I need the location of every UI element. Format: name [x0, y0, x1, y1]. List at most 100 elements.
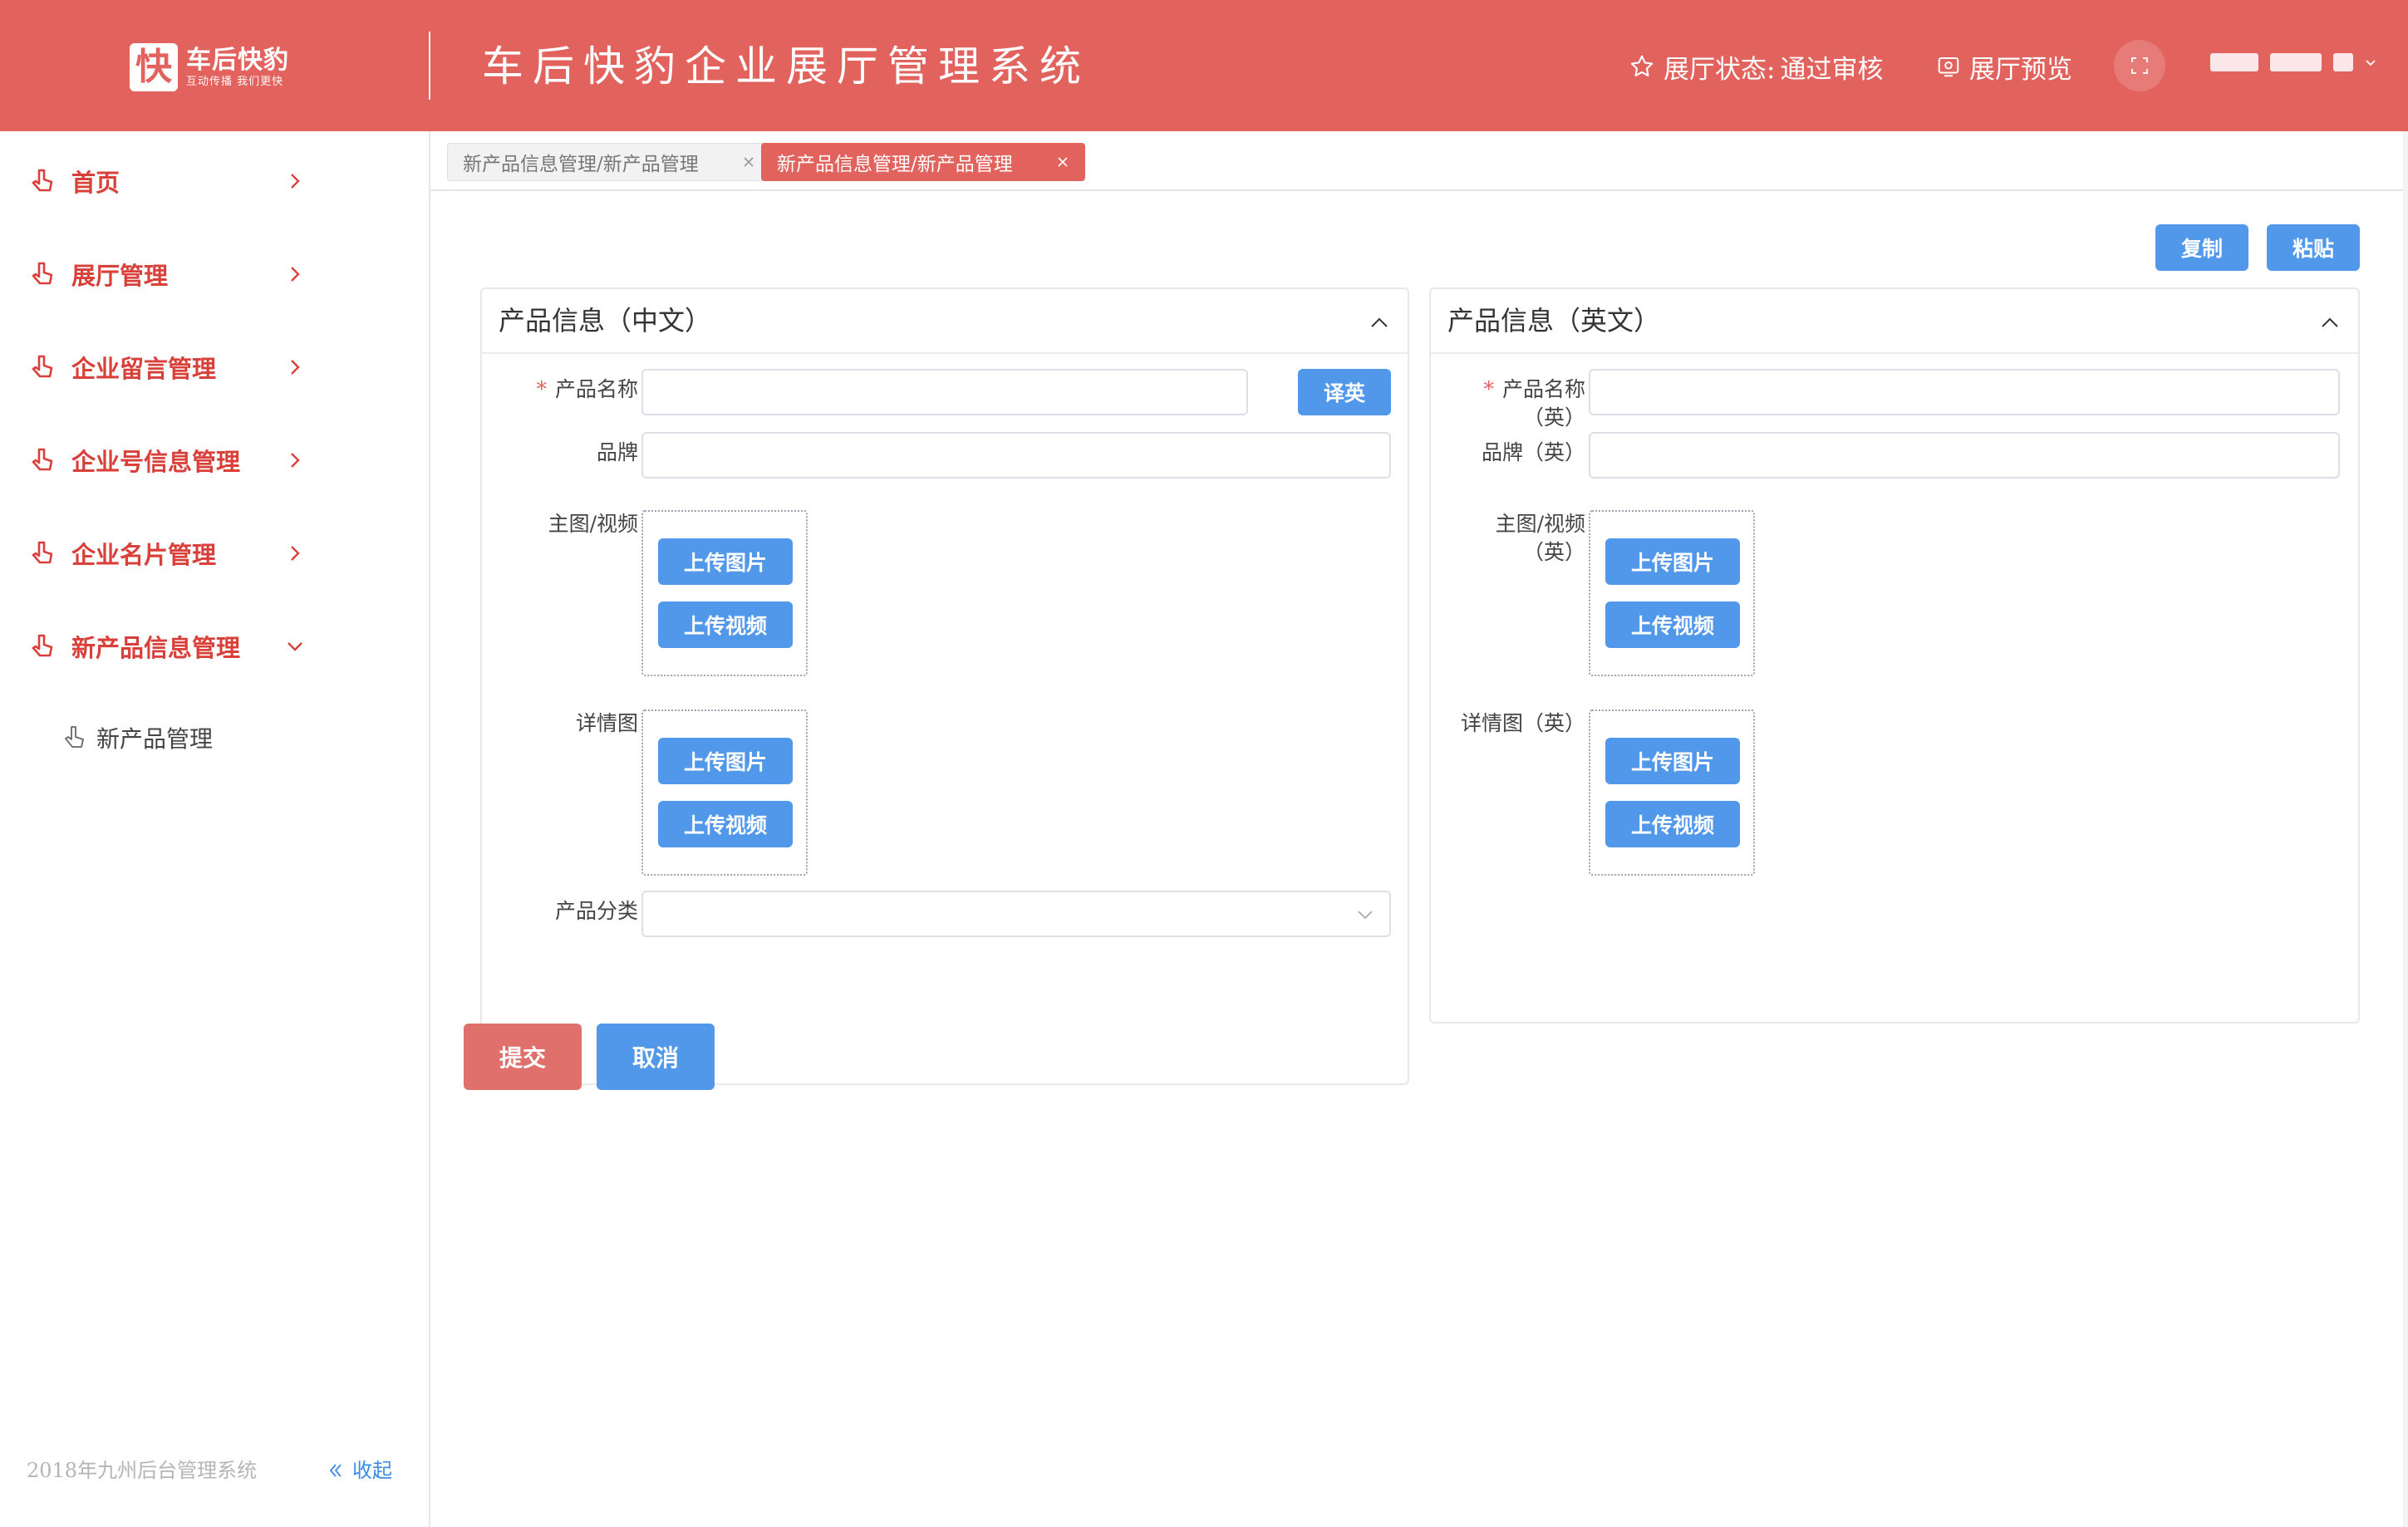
star-icon — [1630, 55, 1654, 76]
chevron-right-icon — [291, 174, 300, 189]
tab-new-product-1[interactable]: 新产品信息管理/新产品管理 — [447, 143, 771, 181]
product-name-label-text: 产品名称 — [554, 377, 638, 401]
required-mark: * — [1483, 377, 1494, 401]
hall-status-value: 通过审核 — [1780, 54, 1884, 85]
translate-button[interactable]: 译英 — [1298, 369, 1391, 415]
chevron-right-icon — [291, 453, 300, 468]
app-header: 快 车后快豹 互动传播 我们更快 车后快豹企业展厅管理系统 展厅状态: 通过审核… — [0, 0, 2408, 131]
product-name-en-input[interactable] — [1589, 369, 2340, 415]
sidebar-item-hall[interactable]: 展厅管理 — [30, 249, 304, 299]
close-icon[interactable] — [1056, 155, 1069, 169]
chevron-right-icon — [291, 546, 300, 561]
panel-header: 产品信息（英文） — [1431, 289, 2358, 354]
panel-header: 产品信息（中文） — [482, 289, 1408, 354]
sidebar-item-label: 企业留言管理 — [71, 355, 217, 383]
header-divider — [429, 32, 430, 100]
main-media-en-label: 主图/视频（英） — [1495, 512, 1585, 564]
tab-label: 新产品信息管理/新产品管理 — [463, 154, 699, 175]
cancel-button[interactable]: 取消 — [597, 1024, 715, 1090]
hand-pointer-icon — [32, 355, 53, 378]
tab-label: 新产品信息管理/新产品管理 — [777, 154, 1013, 175]
hand-pointer-icon — [32, 169, 53, 192]
sidebar-item-label: 首页 — [71, 169, 120, 197]
detail-image-en-label: 详情图（英） — [1460, 711, 1585, 735]
hand-pointer-icon — [32, 448, 53, 471]
logo-mark: 快 — [130, 43, 178, 91]
upload-image-button[interactable]: 上传图片 — [658, 738, 793, 784]
product-info-en-panel: 产品信息（英文） * 产品名称（英） 品牌（英） 主图/视频（英） 上传图片 上传… — [1429, 287, 2360, 1024]
hall-status-label: 展厅状态: — [1663, 54, 1776, 85]
sidebar-item-new-product[interactable]: 新产品信息管理 — [30, 621, 304, 671]
main-media-upload-area: 上传图片 上传视频 — [641, 510, 808, 676]
user-avatar-placeholder — [2210, 53, 2258, 71]
submit-button[interactable]: 提交 — [464, 1024, 582, 1090]
collapse-sidebar-button[interactable]: 收起 — [327, 1454, 392, 1487]
tab-bar: 新产品信息管理/新产品管理 新产品信息管理/新产品管理 — [430, 131, 2408, 191]
detail-en-upload-area: 上传图片 上传视频 — [1589, 709, 1755, 876]
hand-cursor-icon — [65, 726, 84, 748]
user-menu[interactable] — [2210, 53, 2376, 71]
detail-image-label: 详情图 — [575, 711, 638, 735]
sidebar: 首页 展厅管理 企业留言管理 企业号信息管理 企业名片管理 新产品信息管理 新产… — [0, 131, 430, 1527]
user-name-placeholder — [2270, 53, 2322, 71]
sidebar-item-label: 企业名片管理 — [71, 541, 217, 569]
hall-preview-link[interactable]: 展厅预览 — [1936, 48, 2072, 85]
upload-video-button[interactable]: 上传视频 — [658, 801, 793, 847]
chevron-down-icon — [1358, 911, 1373, 920]
sidebar-subitem-label: 新产品管理 — [96, 725, 214, 753]
window-scroll-edge — [2403, 131, 2408, 1527]
category-select[interactable] — [641, 891, 1391, 937]
tab-new-product-2[interactable]: 新产品信息管理/新产品管理 — [761, 143, 1085, 181]
product-name-input[interactable] — [641, 369, 1248, 415]
product-name-en-label-text: 产品名称（英） — [1501, 377, 1585, 430]
hand-pointer-icon — [32, 541, 53, 564]
brand-label: 品牌 — [596, 440, 638, 464]
sidebar-item-label: 新产品信息管理 — [71, 634, 241, 662]
detail-upload-area: 上传图片 上传视频 — [641, 709, 808, 876]
hand-pointer-icon — [32, 262, 53, 285]
main-media-en-upload-area: 上传图片 上传视频 — [1589, 510, 1755, 676]
page-title: 车后快豹企业展厅管理系统 — [482, 42, 1090, 91]
hall-status: 展厅状态: 通过审核 — [1629, 48, 1883, 85]
sidebar-subitem-product-manage[interactable]: 新产品管理 — [63, 713, 213, 763]
sidebar-item-messages[interactable]: 企业留言管理 — [30, 342, 304, 392]
collapse-label: 收起 — [352, 1459, 392, 1482]
main-media-label: 主图/视频 — [548, 512, 638, 536]
sidebar-item-business-card[interactable]: 企业名片管理 — [30, 528, 304, 578]
required-mark: * — [536, 377, 547, 401]
copy-button[interactable]: 复制 — [2155, 224, 2248, 271]
brand-en-label: 品牌（英） — [1481, 440, 1585, 464]
logo-name: 车后快豹 — [186, 46, 289, 75]
category-label: 产品分类 — [554, 899, 638, 923]
product-info-cn-panel: 产品信息（中文） * 产品名称 译英 品牌 主图/视频 上传图片 上传视频 详情图… — [480, 287, 1409, 1085]
panel-title: 产品信息（英文） — [1447, 305, 1661, 336]
upload-video-button[interactable]: 上传视频 — [658, 601, 793, 648]
brand-input[interactable] — [641, 432, 1391, 479]
sidebar-item-label: 展厅管理 — [71, 262, 169, 290]
user-role-placeholder — [2333, 53, 2353, 71]
brand-en-input[interactable] — [1589, 432, 2340, 479]
sidebar-item-account-info[interactable]: 企业号信息管理 — [30, 435, 304, 485]
fullscreen-button[interactable] — [2114, 40, 2165, 91]
upload-video-button[interactable]: 上传视频 — [1605, 801, 1740, 847]
paste-button[interactable]: 粘贴 — [2267, 224, 2360, 271]
hand-pointer-icon — [32, 634, 53, 657]
preview-icon — [1938, 57, 1959, 77]
chevron-up-icon[interactable] — [2318, 311, 2342, 334]
panel-title: 产品信息（中文） — [499, 305, 712, 336]
sidebar-item-home[interactable]: 首页 — [30, 156, 304, 206]
double-chevron-left-icon — [329, 1464, 342, 1477]
chevron-right-icon — [291, 360, 300, 375]
chevron-down-icon — [287, 642, 302, 651]
close-icon[interactable] — [742, 155, 755, 169]
main-content: 复制 粘贴 产品信息（中文） * 产品名称 译英 品牌 主图/视频 上传图片 上传… — [430, 191, 2408, 1527]
upload-image-button[interactable]: 上传图片 — [658, 538, 793, 585]
upload-image-button[interactable]: 上传图片 — [1605, 538, 1740, 585]
chevron-up-icon[interactable] — [1368, 311, 1391, 334]
logo-slogan: 互动传播 我们更快 — [186, 76, 284, 88]
upload-image-button[interactable]: 上传图片 — [1605, 738, 1740, 784]
app-logo[interactable]: 快 车后快豹 互动传播 我们更快 — [130, 43, 289, 91]
upload-video-button[interactable]: 上传视频 — [1605, 601, 1740, 648]
sidebar-footer: 2018年九州后台管理系统 — [27, 1459, 258, 1482]
product-name-label: * 产品名称 — [528, 376, 638, 404]
